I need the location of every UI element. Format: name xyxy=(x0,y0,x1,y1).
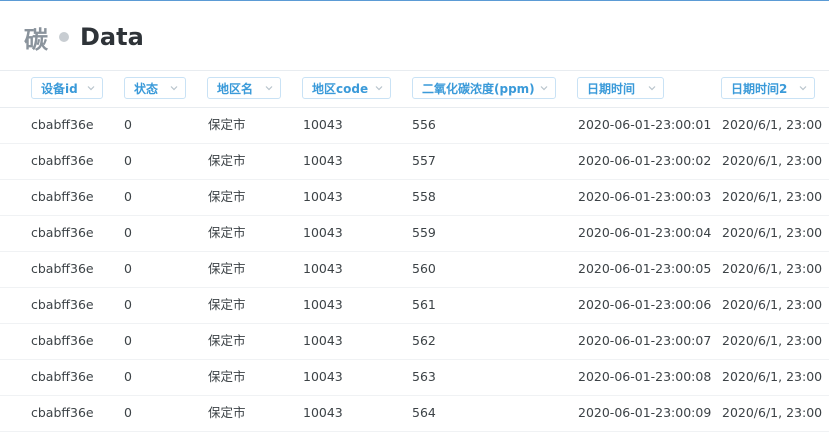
chevron-down-icon xyxy=(87,86,95,91)
cell-co2: 558 xyxy=(412,189,436,204)
table-row[interactable]: cbabff36e 0 保定市 10043 559 2020-06-01-23:… xyxy=(0,215,829,252)
cell-device-id: cbabff36e xyxy=(31,261,94,276)
column-label: 日期时间 xyxy=(587,81,636,96)
cell-co2: 560 xyxy=(412,261,436,276)
cell-region-code: 10043 xyxy=(303,297,343,312)
chevron-down-icon xyxy=(799,86,807,91)
column-label: 地区名 xyxy=(217,81,254,96)
table-row[interactable]: cbabff36e 0 保定市 10043 558 2020-06-01-23:… xyxy=(0,179,829,216)
cell-region-code: 10043 xyxy=(303,369,343,384)
cell-datetime2: 2020/6/1, 23:00 xyxy=(722,225,823,240)
cell-co2: 556 xyxy=(412,117,436,132)
cell-co2: 557 xyxy=(412,153,436,168)
cell-region-name: 保定市 xyxy=(208,333,246,348)
cell-region-name: 保定市 xyxy=(208,405,246,420)
table-row[interactable]: cbabff36e 0 保定市 10043 562 2020-06-01-23:… xyxy=(0,323,829,360)
cell-datetime: 2020-06-01-23:00:07 xyxy=(578,333,712,348)
cell-co2: 562 xyxy=(412,333,436,348)
column-filter-datetime[interactable]: 日期时间 xyxy=(577,77,664,99)
cell-co2: 559 xyxy=(412,225,436,240)
cell-datetime2: 2020/6/1, 23:00 xyxy=(722,117,823,132)
cell-datetime2: 2020/6/1, 23:00 xyxy=(722,153,823,168)
cell-device-id: cbabff36e xyxy=(31,189,94,204)
chevron-down-icon xyxy=(170,86,178,91)
cell-device-id: cbabff36e xyxy=(31,405,94,420)
cell-datetime: 2020-06-01-23:00:02 xyxy=(578,153,712,168)
cell-status: 0 xyxy=(124,405,132,420)
column-filter-co2[interactable]: 二氧化碳浓度(ppm) xyxy=(412,77,556,99)
cell-region-code: 10043 xyxy=(303,333,343,348)
cell-datetime2: 2020/6/1, 23:00 xyxy=(722,261,823,276)
cell-region-code: 10043 xyxy=(303,405,343,420)
title-prefix: 碳 xyxy=(24,25,49,54)
column-label: 日期时间2 xyxy=(731,81,788,96)
cell-region-name: 保定市 xyxy=(208,297,246,312)
cell-region-code: 10043 xyxy=(303,261,343,276)
column-label: 二氧化碳浓度(ppm) xyxy=(422,81,535,96)
cell-status: 0 xyxy=(124,189,132,204)
cell-region-name: 保定市 xyxy=(208,189,246,204)
cell-datetime2: 2020/6/1, 23:00 xyxy=(722,333,823,348)
cell-datetime: 2020-06-01-23:00:04 xyxy=(578,225,712,240)
cell-status: 0 xyxy=(124,225,132,240)
column-filter-device-id[interactable]: 设备id xyxy=(31,77,103,99)
table-row[interactable]: cbabff36e 0 保定市 10043 563 2020-06-01-23:… xyxy=(0,359,829,396)
cell-status: 0 xyxy=(124,333,132,348)
cell-co2: 561 xyxy=(412,297,436,312)
cell-device-id: cbabff36e xyxy=(31,369,94,384)
cell-status: 0 xyxy=(124,261,132,276)
cell-datetime: 2020-06-01-23:00:08 xyxy=(578,369,712,384)
cell-region-code: 10043 xyxy=(303,225,343,240)
cell-region-code: 10043 xyxy=(303,117,343,132)
cell-region-name: 保定市 xyxy=(208,117,246,132)
table-header: 设备id 状态 地区名 地区code 二氧化碳浓度(ppm) 日期时间 日期时间… xyxy=(0,71,829,108)
table-row[interactable]: cbabff36e 0 保定市 10043 560 2020-06-01-23:… xyxy=(0,251,829,288)
cell-device-id: cbabff36e xyxy=(31,225,94,240)
cell-datetime: 2020-06-01-23:00:06 xyxy=(578,297,712,312)
column-label: 状态 xyxy=(134,81,159,96)
chevron-down-icon xyxy=(648,86,656,91)
table-row[interactable]: cbabff36e 0 保定市 10043 561 2020-06-01-23:… xyxy=(0,287,829,324)
table-row[interactable]: cbabff36e 0 保定市 10043 556 2020-06-01-23:… xyxy=(0,107,829,144)
cell-co2: 563 xyxy=(412,369,436,384)
column-label: 设备id xyxy=(41,81,78,96)
cell-datetime2: 2020/6/1, 23:00 xyxy=(722,189,823,204)
cell-region-code: 10043 xyxy=(303,189,343,204)
cell-datetime2: 2020/6/1, 23:00 xyxy=(722,405,823,420)
title-separator-dot xyxy=(59,32,69,42)
column-filter-status[interactable]: 状态 xyxy=(124,77,186,99)
cell-status: 0 xyxy=(124,153,132,168)
cell-status: 0 xyxy=(124,369,132,384)
cell-datetime2: 2020/6/1, 23:00 xyxy=(722,297,823,312)
table-row[interactable]: cbabff36e 0 保定市 10043 564 2020-06-01-23:… xyxy=(0,395,829,432)
column-filter-datetime2[interactable]: 日期时间2 xyxy=(721,77,815,99)
cell-datetime2: 2020/6/1, 23:00 xyxy=(722,369,823,384)
cell-device-id: cbabff36e xyxy=(31,117,94,132)
column-filter-region-code[interactable]: 地区code xyxy=(302,77,391,99)
cell-datetime: 2020-06-01-23:00:03 xyxy=(578,189,712,204)
cell-co2: 564 xyxy=(412,405,436,420)
cell-device-id: cbabff36e xyxy=(31,333,94,348)
cell-device-id: cbabff36e xyxy=(31,297,94,312)
title-main: Data xyxy=(80,23,144,51)
page-header: 碳 Data xyxy=(0,1,829,71)
page-title: 碳 Data xyxy=(24,21,144,54)
cell-datetime: 2020-06-01-23:00:09 xyxy=(578,405,712,420)
cell-datetime: 2020-06-01-23:00:05 xyxy=(578,261,712,276)
column-filter-region-name[interactable]: 地区名 xyxy=(207,77,281,99)
chevron-down-icon xyxy=(540,86,548,91)
cell-region-code: 10043 xyxy=(303,153,343,168)
cell-status: 0 xyxy=(124,117,132,132)
chevron-down-icon xyxy=(375,86,383,91)
cell-status: 0 xyxy=(124,297,132,312)
cell-region-name: 保定市 xyxy=(208,153,246,168)
column-label: 地区code xyxy=(312,81,369,96)
cell-device-id: cbabff36e xyxy=(31,153,94,168)
cell-region-name: 保定市 xyxy=(208,261,246,276)
table-row[interactable]: cbabff36e 0 保定市 10043 557 2020-06-01-23:… xyxy=(0,143,829,180)
chevron-down-icon xyxy=(265,86,273,91)
cell-region-name: 保定市 xyxy=(208,369,246,384)
cell-datetime: 2020-06-01-23:00:01 xyxy=(578,117,712,132)
cell-region-name: 保定市 xyxy=(208,225,246,240)
